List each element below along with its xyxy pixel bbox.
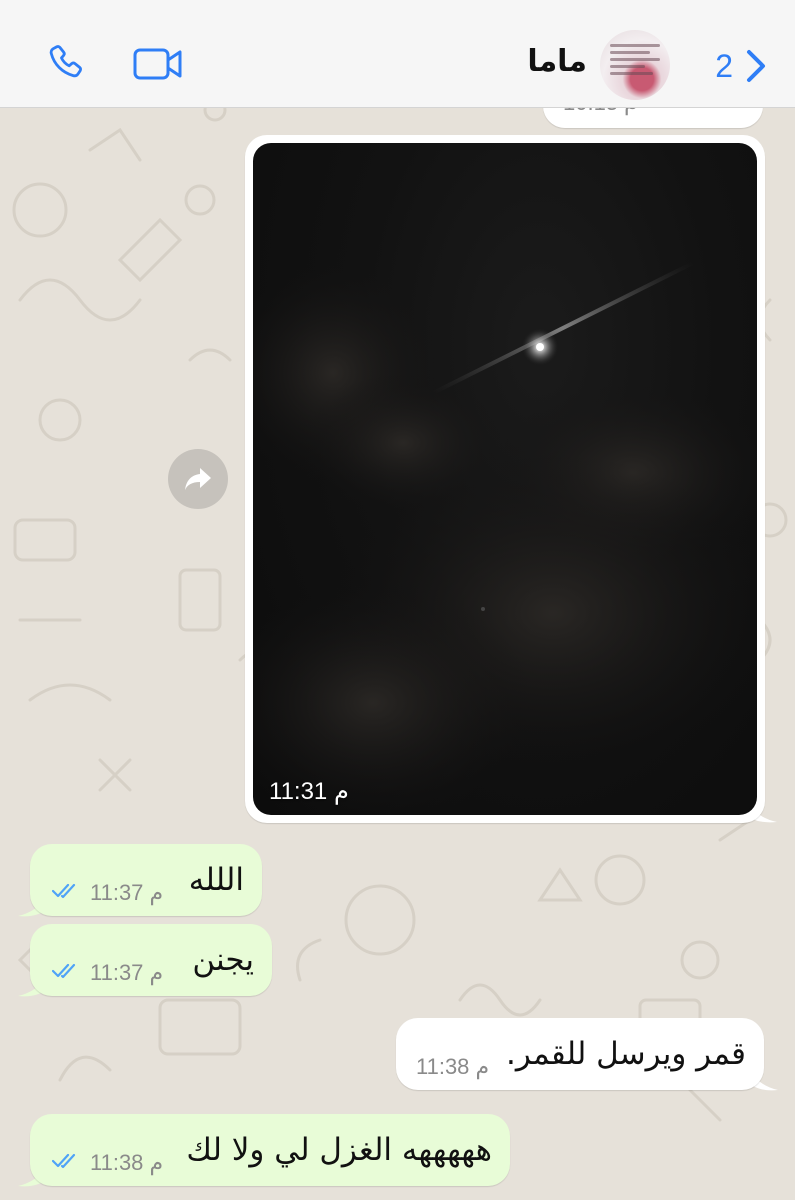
double-check-icon: [52, 883, 76, 899]
chat-header: ماما 2: [0, 0, 795, 108]
phone-icon[interactable]: [45, 42, 87, 84]
double-check-icon: [52, 1153, 76, 1169]
message-bubble-outgoing[interactable]: اللله 11:37 م: [30, 844, 262, 916]
moon-photo[interactable]: 11:31 م: [253, 143, 757, 815]
back-button[interactable]: 2: [715, 40, 767, 92]
message-text: هههههه الغزل لي ولا لك: [186, 1132, 492, 1168]
message-text: يجنن: [192, 942, 254, 978]
double-check-icon: [52, 963, 76, 979]
message-bubble-outgoing[interactable]: هههههه الغزل لي ولا لك 11:38 م: [30, 1114, 510, 1186]
photo-time: 11:31 م: [269, 778, 349, 805]
message-time: 11:38 م: [416, 1054, 490, 1079]
message-text: اللله: [188, 862, 244, 898]
unread-count: 2: [715, 47, 733, 84]
message-time: 11:37 م: [90, 960, 164, 985]
avatar[interactable]: [600, 30, 670, 100]
message-time: 11:38 م: [90, 1150, 164, 1175]
message-bubble-incoming[interactable]: قمر ويرسل للقمر. 11:38 م: [396, 1018, 764, 1090]
moon-photo-image: [253, 261, 757, 815]
chevron-right-icon: [747, 50, 765, 82]
contact-name[interactable]: ماما: [527, 44, 587, 79]
message-time: 11:37 م: [90, 880, 164, 905]
message-text: قمر ويرسل للقمر.: [506, 1036, 746, 1072]
video-call-icon[interactable]: [133, 47, 183, 81]
forward-icon: [185, 468, 211, 490]
forward-button[interactable]: [168, 449, 228, 509]
message-bubble-outgoing[interactable]: يجنن 11:37 م: [30, 924, 272, 996]
